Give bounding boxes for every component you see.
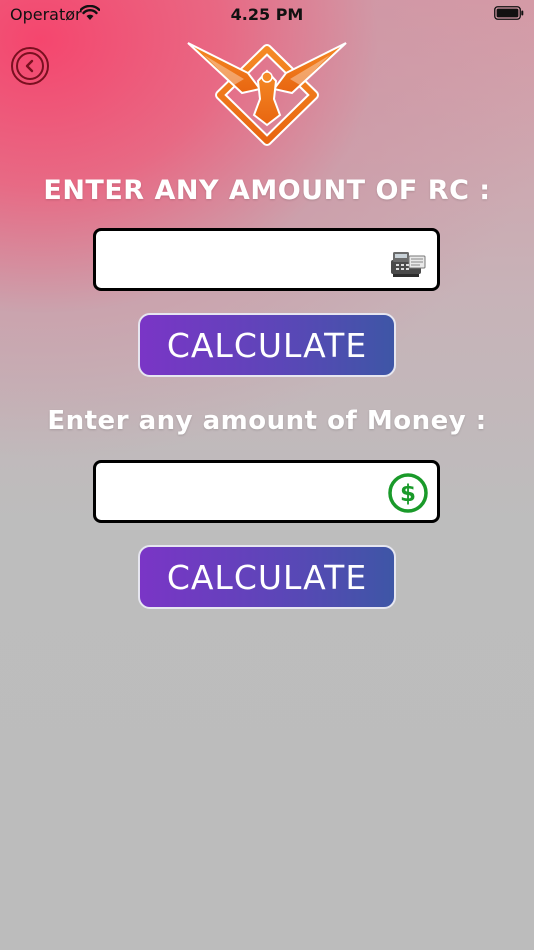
rc-amount-label: ENTER ANY AMOUNT OF RC : [43,175,491,206]
rc-amount-input[interactable] [104,239,378,281]
rc-amount-field[interactable] [93,228,440,291]
calculate-money-button[interactable]: CALCULATE [138,545,396,609]
cash-register-icon [391,252,426,277]
eagle-logo-icon [187,42,347,146]
money-amount-label: Enter any amount of Money : [47,406,487,436]
battery-icon [494,6,524,20]
calculate-rc-button[interactable]: CALCULATE [138,313,396,377]
chevron-left-icon [16,52,44,80]
back-button[interactable] [11,47,49,85]
svg-text:$: $ [400,481,416,507]
status-bar: Operatør 4.25 PM [0,0,534,30]
money-amount-field[interactable]: $ [93,460,440,523]
money-amount-input[interactable] [104,471,378,513]
dollar-icon: $ [388,473,428,513]
status-time: 4.25 PM [230,5,304,24]
